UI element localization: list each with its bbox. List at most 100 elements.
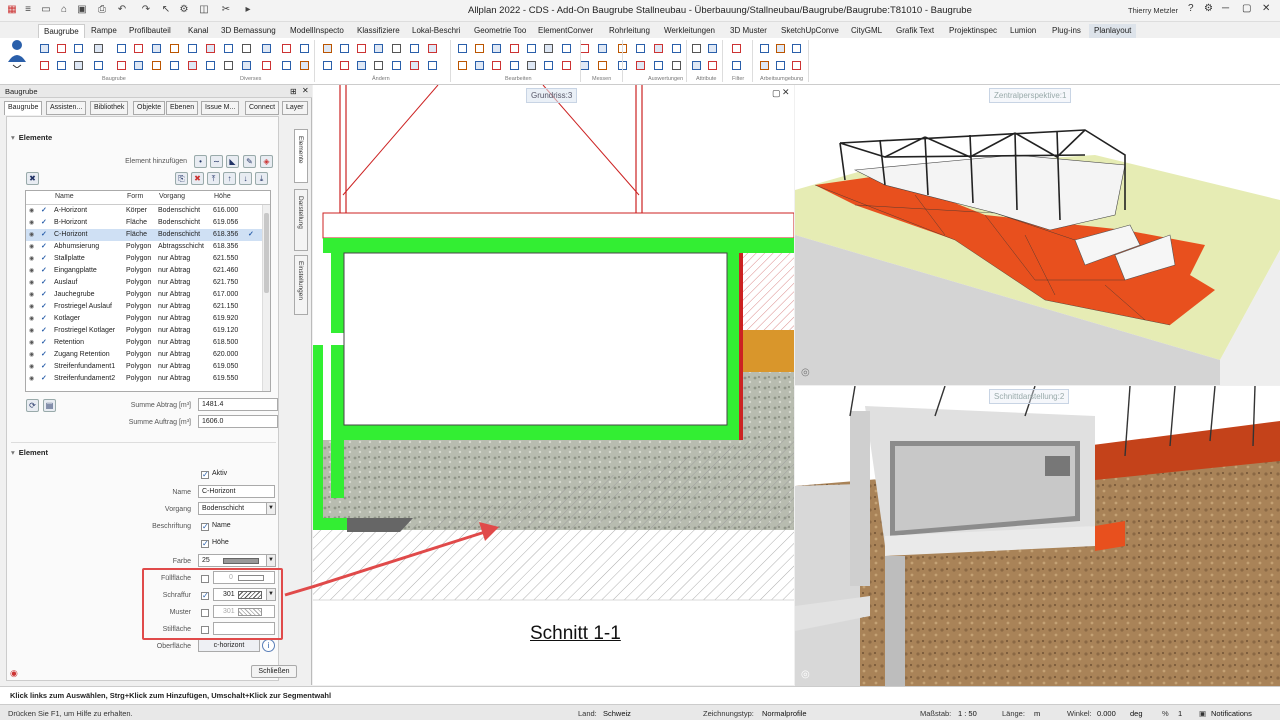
add-pen-icon[interactable]: ✎ xyxy=(243,155,256,168)
zeichnungstyp-value[interactable]: Normalprofile xyxy=(762,709,807,718)
panel-tab-baugrube[interactable]: Baugrube xyxy=(4,101,43,115)
aktiv-checkbox[interactable]: ✓ xyxy=(201,471,209,479)
pointer-icon[interactable]: ↖ xyxy=(160,4,172,16)
visible-check-icon[interactable]: ✓ xyxy=(41,277,51,289)
side-tab-darstellung[interactable]: Darstellung xyxy=(294,189,308,251)
ribbon-tool-icon[interactable] xyxy=(544,44,553,53)
ribbon-tool-icon[interactable] xyxy=(188,44,197,53)
ribbon-tool-icon[interactable] xyxy=(224,61,233,70)
ribbon-tab-rohrleitung[interactable]: Rohrleitung xyxy=(604,24,655,38)
minimize-icon[interactable]: ─ xyxy=(1222,3,1229,14)
move-top-icon[interactable]: ⤒ xyxy=(207,172,220,185)
ribbon-tool-icon[interactable] xyxy=(242,44,251,53)
ribbon-tool-icon[interactable] xyxy=(74,44,83,53)
ribbon-tool-icon[interactable] xyxy=(428,44,437,53)
ribbon-tool-icon[interactable] xyxy=(323,61,332,70)
ribbon-tab-planlayout[interactable]: Planlayout xyxy=(1089,24,1137,38)
ribbon-tool-icon[interactable] xyxy=(562,44,571,53)
ribbon-tool-icon[interactable] xyxy=(170,61,179,70)
eye-icon[interactable]: ◉ xyxy=(29,229,39,241)
ribbon-tool-icon[interactable] xyxy=(323,44,332,53)
copy-icon[interactable]: ⎘ xyxy=(175,172,188,185)
panel-tab-bibliothek[interactable]: Bibliothek xyxy=(90,101,129,115)
tools-icon[interactable]: ✂ xyxy=(220,4,232,16)
ribbon-tool-icon[interactable] xyxy=(776,44,785,53)
massstab-value[interactable]: 1 : 50 xyxy=(958,709,977,718)
allplan-logo-icon[interactable]: ▦ xyxy=(6,4,18,16)
ribbon-tab-3d-muster[interactable]: 3D Muster xyxy=(725,24,772,38)
column-header-hoehe[interactable]: Höhe xyxy=(214,193,231,200)
column-header-name[interactable]: Name xyxy=(55,193,74,200)
ribbon-tool-icon[interactable] xyxy=(40,61,49,70)
land-value[interactable]: Schweiz xyxy=(603,709,631,718)
vorgang-dropdown-icon[interactable]: ▼ xyxy=(266,502,276,515)
visible-check-icon[interactable]: ✓ xyxy=(41,265,51,277)
ribbon-tool-icon[interactable] xyxy=(492,44,501,53)
visible-check-icon[interactable]: ✓ xyxy=(41,229,51,241)
add-point-icon[interactable]: • xyxy=(194,155,207,168)
delete-icon[interactable]: ✖ xyxy=(191,172,204,185)
ribbon-tool-icon[interactable] xyxy=(282,61,291,70)
ribbon-tool-icon[interactable] xyxy=(94,61,103,70)
visible-check-icon[interactable]: ✓ xyxy=(41,361,51,373)
layer-icon[interactable]: ◫ xyxy=(198,4,210,16)
ribbon-tool-icon[interactable] xyxy=(692,44,701,53)
table-row[interactable]: ◉ ✓ Stallplatte Polygon nur Abtrag 621.550 xyxy=(26,253,262,265)
ribbon-tool-icon[interactable] xyxy=(580,61,589,70)
add-surface-icon[interactable]: ◣ xyxy=(226,155,239,168)
table-scrollbar[interactable] xyxy=(262,205,270,391)
ribbon-tool-icon[interactable] xyxy=(732,44,741,53)
ribbon-tool-icon[interactable] xyxy=(410,61,419,70)
table-row[interactable]: ◉ ✓ Frostriegel Auslauf Polygon nur Abtrag 62… xyxy=(26,301,262,313)
eye-icon[interactable]: ◉ xyxy=(29,301,39,313)
ribbon-tab-projektinspec[interactable]: Projektinspec xyxy=(944,24,1002,38)
ribbon-tool-icon[interactable] xyxy=(510,44,519,53)
visible-check-icon[interactable]: ✓ xyxy=(41,349,51,361)
eye-icon[interactable]: ◉ xyxy=(29,337,39,349)
ribbon-tool-icon[interactable] xyxy=(458,61,467,70)
table-row[interactable]: ◉ ✓ Streifenfundament1 Polygon nur Abtrag 619… xyxy=(26,361,262,373)
ribbon-tool-icon[interactable] xyxy=(598,61,607,70)
eye-icon[interactable]: ◉ xyxy=(29,277,39,289)
laenge-value[interactable]: m xyxy=(1034,709,1040,718)
ribbon-tab-klassifiziere[interactable]: Klassifiziere xyxy=(352,24,405,38)
view-close-icon[interactable]: ✕ xyxy=(782,87,790,98)
ribbon-tab-elementconver[interactable]: ElementConver xyxy=(533,24,598,38)
panel-tab-assisten-[interactable]: Assisten... xyxy=(46,101,87,115)
ribbon-tool-icon[interactable] xyxy=(374,61,383,70)
panel-close-icon[interactable]: ✕ xyxy=(302,86,309,95)
ribbon-tool-icon[interactable] xyxy=(410,44,419,53)
ribbon-tool-icon[interactable] xyxy=(562,61,571,70)
visible-check-icon[interactable]: ✓ xyxy=(41,217,51,229)
table-row[interactable]: ◉ ✓ B-Horizont Fläche Bodenschicht 619.056 xyxy=(26,217,262,229)
eye-icon[interactable]: ◉ xyxy=(29,313,39,325)
ribbon-tool-icon[interactable] xyxy=(74,61,83,70)
ribbon-tool-icon[interactable] xyxy=(760,61,769,70)
ribbon-tool-icon[interactable] xyxy=(206,44,215,53)
info-icon[interactable]: i xyxy=(262,639,275,652)
add-line-icon[interactable]: ∼ xyxy=(210,155,223,168)
ribbon-tool-icon[interactable] xyxy=(776,61,785,70)
eye-icon[interactable]: ◉ xyxy=(29,253,39,265)
beschriftung-name-checkbox[interactable]: ✓ xyxy=(201,523,209,531)
ribbon-tool-icon[interactable] xyxy=(654,44,663,53)
ribbon-tab-plug-ins[interactable]: Plug-ins xyxy=(1047,24,1086,38)
user-name[interactable]: Thierry Metzler xyxy=(1128,6,1178,15)
view-restore-icon[interactable]: ▢ xyxy=(772,88,781,99)
ribbon-tool-icon[interactable] xyxy=(262,44,271,53)
move-down-icon[interactable]: ↓ xyxy=(239,172,252,185)
ribbon-tool-icon[interactable] xyxy=(152,44,161,53)
ribbon-tab-3d-bemassung[interactable]: 3D Bemassung xyxy=(216,24,281,38)
ribbon-tool-icon[interactable] xyxy=(708,44,717,53)
ribbon-tool-icon[interactable] xyxy=(792,61,801,70)
ribbon-tool-icon[interactable] xyxy=(94,44,103,53)
help-icon[interactable]: ? xyxy=(1188,3,1194,14)
ribbon-tool-icon[interactable] xyxy=(170,44,179,53)
panel-tab-issue-m-[interactable]: Issue M... xyxy=(201,101,240,115)
ribbon-tab-profilbauteil[interactable]: Profilbauteil xyxy=(124,24,176,38)
table-row[interactable]: ◉ ✓ Kotlager Polygon nur Abtrag 619.920 xyxy=(26,313,262,325)
ribbon-tool-icon[interactable] xyxy=(392,44,401,53)
table-row[interactable]: ◉ ✓ Frostriegel Kotlager Polygon nur Abtrag 6… xyxy=(26,325,262,337)
name-input[interactable]: C-Horizont xyxy=(198,485,275,498)
ribbon-tool-icon[interactable] xyxy=(340,44,349,53)
